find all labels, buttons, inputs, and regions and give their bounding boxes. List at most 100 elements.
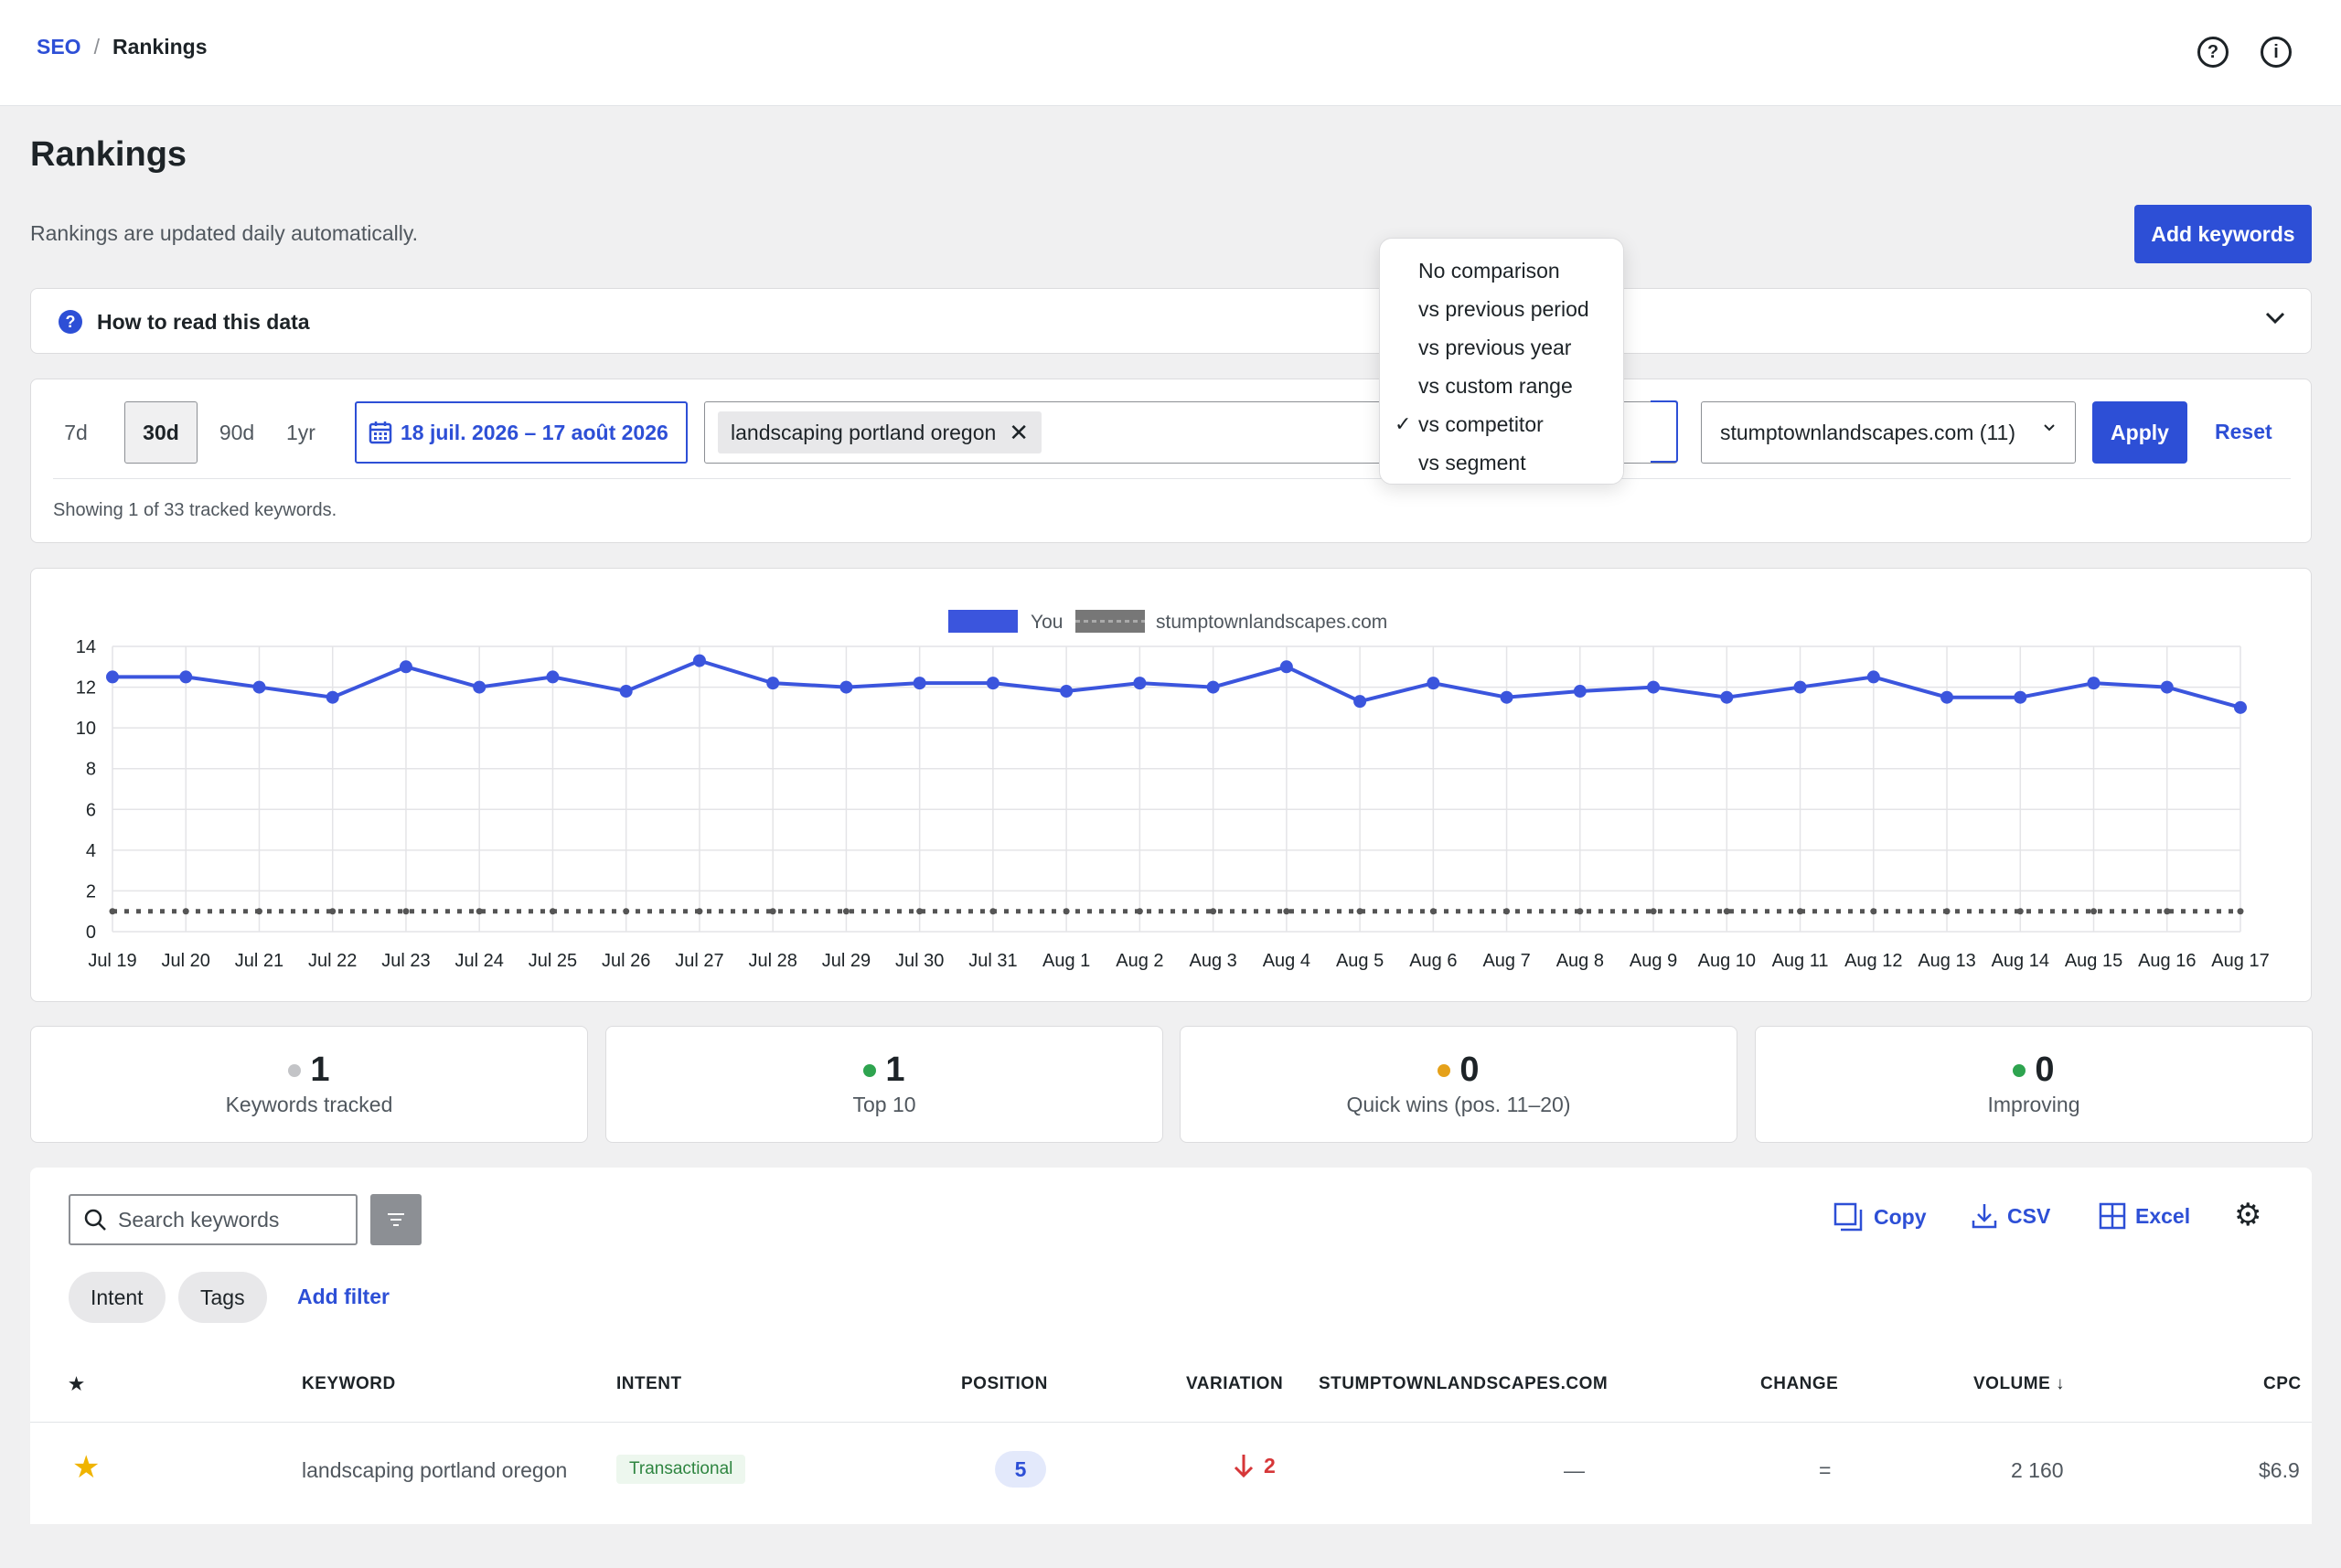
comparison-dropdown: No comparison vs previous period vs prev… <box>1379 238 1624 485</box>
stat-label: Quick wins (pos. 11–20) <box>1346 1093 1571 1116</box>
comparison-option-previous-period[interactable]: vs previous period <box>1380 290 1623 328</box>
x-tick-label: Jul 25 <box>529 951 577 971</box>
x-tick-label: Aug 4 <box>1263 951 1310 971</box>
reset-link[interactable]: Reset <box>2215 420 2272 444</box>
top-bar: SEO / Rankings ? i <box>0 0 2341 106</box>
x-tick-label: Aug 7 <box>1482 951 1530 971</box>
stat-label: Keywords tracked <box>225 1093 393 1116</box>
variation-value: 2 <box>1264 1453 1276 1477</box>
breadcrumb: SEO / Rankings <box>37 35 208 59</box>
y-tick-label: 2 <box>86 881 96 901</box>
data-point <box>769 908 776 915</box>
x-tick-label: Aug 11 <box>1772 951 1829 971</box>
data-point <box>1870 908 1877 915</box>
data-point <box>1943 908 1951 915</box>
data-point <box>546 670 560 684</box>
data-point <box>1063 908 1070 915</box>
x-tick-label: Aug 9 <box>1630 951 1677 971</box>
data-point <box>989 908 997 915</box>
data-point <box>1136 908 1143 915</box>
range-90d-button[interactable]: 90d <box>210 401 263 464</box>
filter-toggle-button[interactable] <box>370 1194 422 1245</box>
arrow-down-icon <box>1234 1455 1254 1478</box>
apply-button[interactable]: Apply <box>2092 401 2187 464</box>
data-point <box>916 908 924 915</box>
star-icon[interactable]: ★ <box>72 1449 100 1486</box>
data-point <box>549 908 556 915</box>
add-filter-link[interactable]: Add filter <box>297 1285 390 1309</box>
data-point <box>623 908 630 915</box>
tags-filter-pill[interactable]: Tags <box>178 1272 267 1323</box>
option-label: vs custom range <box>1418 373 1573 398</box>
x-tick-label: Jul 29 <box>822 951 871 971</box>
keyword-cell[interactable]: landscaping portland oregon <box>302 1458 567 1483</box>
rankings-chart-panel: 0 2 4 6 8 10 12 14 Jul 19 Jul 20 Jul 21 Jul 22 Jul … <box>30 568 2312 1002</box>
filters-panel: 7d 30d 90d 1yr 18 juil. 2026 – 17 août 2… <box>30 379 2312 543</box>
legend-swatch-you <box>948 610 1018 633</box>
data-point <box>839 680 853 694</box>
stat-label: Top 10 <box>852 1093 916 1116</box>
csv-button[interactable]: CSV <box>1971 1202 2050 1230</box>
x-tick-label: Jul 27 <box>675 951 723 971</box>
data-point <box>1577 908 1584 915</box>
date-range-picker[interactable]: 18 juil. 2026 – 17 août 2026 <box>355 401 688 464</box>
range-7d-button[interactable]: 7d <box>53 401 99 464</box>
x-tick-label: Aug 1 <box>1042 951 1090 971</box>
data-point <box>1793 680 1807 694</box>
gear-icon[interactable]: ⚙ <box>2234 1197 2261 1233</box>
page-subtitle: Rankings are updated daily automatically… <box>30 221 419 245</box>
how-to-read-panel[interactable]: ? How to read this data <box>30 288 2312 354</box>
x-tick-label: Aug 3 <box>1189 951 1236 971</box>
column-header-variation[interactable]: VARIATION <box>1186 1374 1283 1394</box>
column-header-competitor[interactable]: STUMPTOWNLANDSCAPES.COM <box>1319 1374 1608 1394</box>
column-header-cpc[interactable]: CPC <box>2263 1374 2302 1394</box>
close-icon[interactable]: ✕ <box>1009 419 1029 447</box>
comparison-option-custom-range[interactable]: vs custom range <box>1380 367 1623 405</box>
column-header-star[interactable]: ★ <box>69 1374 85 1395</box>
change-cell: = <box>1819 1458 1832 1482</box>
column-header-position[interactable]: POSITION <box>961 1374 1048 1394</box>
competitor-cell: — <box>1564 1458 1585 1482</box>
range-30d-button[interactable]: 30d <box>124 401 198 464</box>
copy-button[interactable]: Copy <box>1833 1202 1927 1232</box>
data-point <box>1133 677 1147 690</box>
comparison-option-previous-year[interactable]: vs previous year <box>1380 328 1623 367</box>
data-point <box>2164 908 2171 915</box>
excel-button[interactable]: Excel <box>2099 1202 2190 1230</box>
add-keywords-button[interactable]: Add keywords <box>2134 205 2312 263</box>
data-point <box>1940 690 1954 704</box>
stat-value: 0 <box>1459 1051 1480 1089</box>
option-label: No comparison <box>1418 258 1560 283</box>
breadcrumb-seo-link[interactable]: SEO <box>37 35 81 59</box>
info-icon[interactable]: i <box>2261 37 2292 68</box>
copy-label: Copy <box>1874 1204 1927 1229</box>
help-icon[interactable]: ? <box>2197 37 2229 68</box>
y-tick-label: 14 <box>76 637 96 657</box>
question-icon: ? <box>59 310 82 334</box>
range-1yr-button[interactable]: 1yr <box>278 401 324 464</box>
comparison-option-none[interactable]: No comparison <box>1380 251 1623 290</box>
status-dot <box>288 1063 302 1077</box>
data-point <box>619 685 633 699</box>
stat-value: 1 <box>310 1051 330 1089</box>
data-point <box>2234 700 2247 714</box>
data-point <box>696 908 703 915</box>
copy-icon <box>1833 1202 1863 1232</box>
column-header-change[interactable]: CHANGE <box>1760 1374 1838 1394</box>
comparison-option-competitor[interactable]: ✓ vs competitor <box>1380 405 1623 443</box>
stat-label: Improving <box>1987 1093 2080 1116</box>
search-input[interactable]: Search keywords <box>69 1194 358 1245</box>
data-point <box>399 660 412 674</box>
chevron-down-icon[interactable] <box>2263 305 2287 336</box>
filter-icon <box>388 1213 404 1226</box>
comparison-option-segment[interactable]: vs segment <box>1380 443 1623 482</box>
checkmark-icon: ✓ <box>1395 412 1412 435</box>
column-header-volume[interactable]: VOLUME ↓ <box>1973 1374 2065 1394</box>
x-tick-label: Aug 8 <box>1556 951 1604 971</box>
intent-filter-pill[interactable]: Intent <box>69 1272 166 1323</box>
column-header-keyword[interactable]: KEYWORD <box>302 1374 396 1394</box>
x-tick-label: Jul 30 <box>895 951 944 971</box>
column-header-intent[interactable]: INTENT <box>616 1374 682 1394</box>
domain-select[interactable]: stumptownlandscapes.com (11) <box>1701 401 2076 464</box>
y-tick-label: 0 <box>86 923 96 943</box>
